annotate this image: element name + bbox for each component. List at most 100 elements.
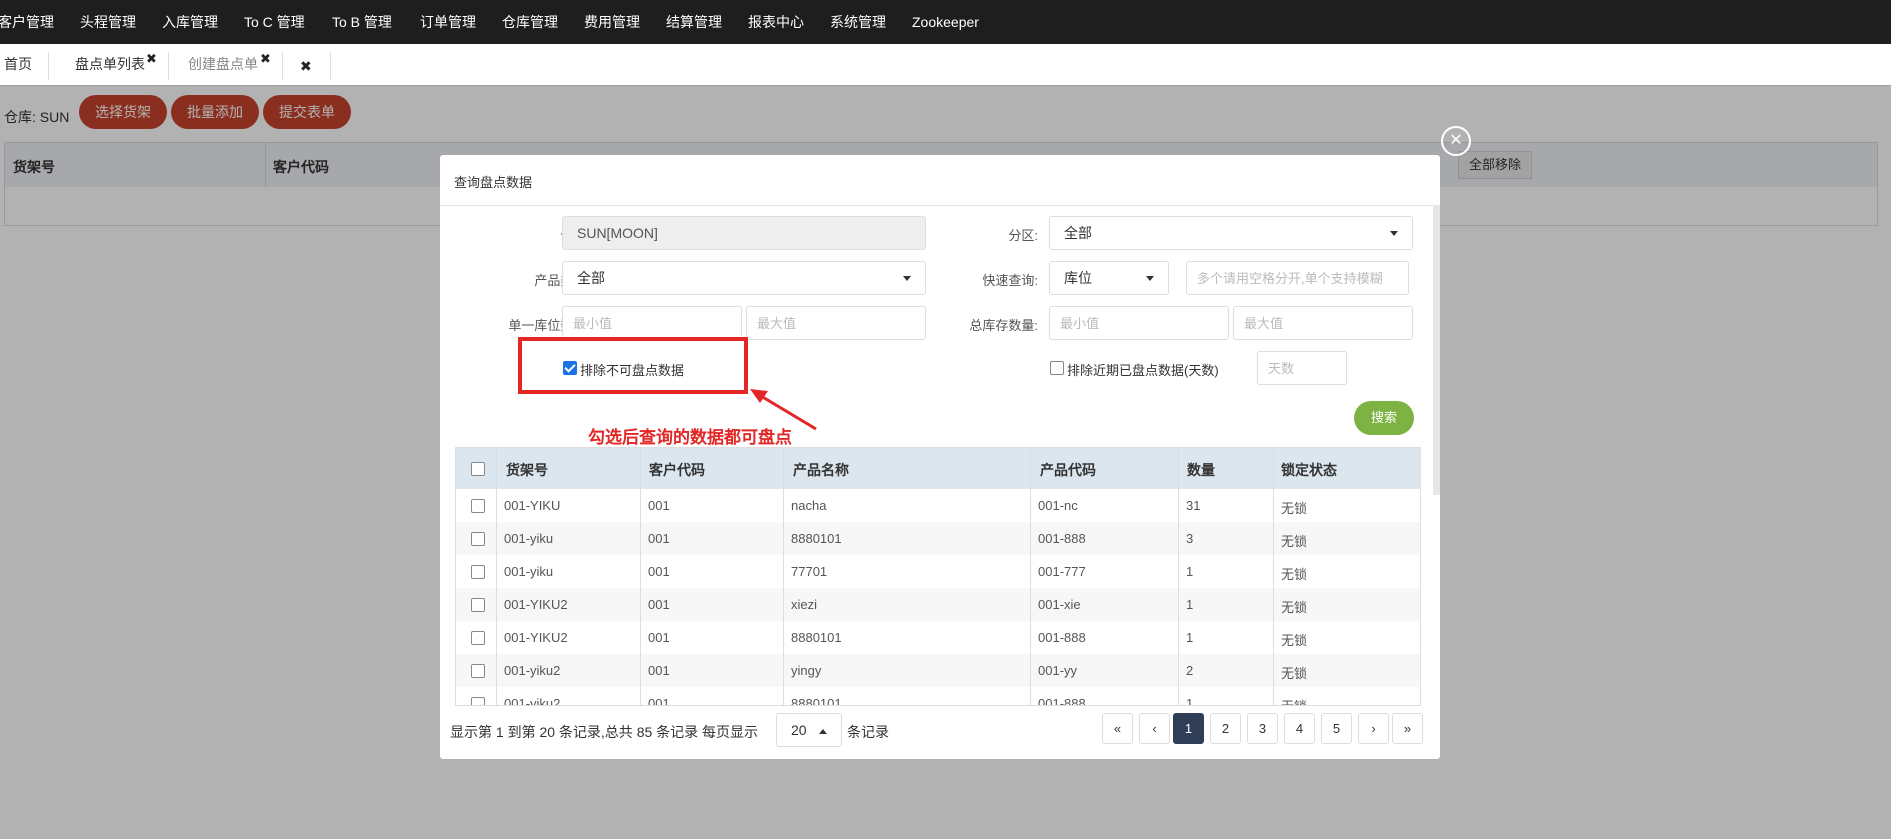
single-min-input[interactable]: 最小值	[562, 306, 742, 340]
select-all-checkbox[interactable]	[471, 462, 485, 476]
cell-shelf: 001-YIKU	[504, 498, 561, 513]
close-icon[interactable]: ✖	[146, 51, 157, 67]
column-header: 锁定状态	[1281, 462, 1337, 478]
quick-query-type-select[interactable]: 库位	[1049, 261, 1169, 295]
row-checkbox[interactable]	[471, 565, 485, 579]
nav-reports[interactable]: 报表中心	[748, 0, 804, 44]
page-5-button[interactable]: 5	[1321, 713, 1352, 744]
page-prev-button[interactable]: ‹	[1139, 713, 1170, 744]
nav-fees[interactable]: 费用管理	[584, 0, 640, 44]
table-row[interactable]: 001-YIKU 001 nacha 001-nc 31 无锁	[456, 489, 1420, 522]
nav-customer[interactable]: 客户管理	[0, 0, 54, 44]
nav-zookeeper[interactable]: Zookeeper	[912, 0, 979, 44]
cell-product-name: 8880101	[791, 531, 842, 546]
table-row[interactable]: 001-YIKU2 001 8880101 001-888 1 无锁	[456, 621, 1420, 654]
row-checkbox[interactable]	[471, 532, 485, 546]
close-all-icon[interactable]: ✖	[300, 58, 312, 75]
nav-warehouse[interactable]: 仓库管理	[502, 0, 558, 44]
nav-first-leg[interactable]: 头程管理	[80, 0, 136, 44]
cell-lock-status: 无锁	[1281, 534, 1308, 549]
cell-product-name: 77701	[791, 564, 828, 579]
annotation-text: 勾选后查询的数据都可盘点	[588, 428, 792, 447]
exclude-recent-label: 排除近期已盘点数据(天数)	[1067, 363, 1219, 378]
total-max-input[interactable]: 最大值	[1233, 306, 1413, 340]
product-type-select[interactable]: 全部	[562, 261, 926, 295]
scrollbar[interactable]	[1433, 205, 1440, 495]
table-row[interactable]: 001-YIKU2 001 xiezi 001-xie 1 无锁	[456, 588, 1420, 621]
column-divider	[783, 448, 784, 705]
annotation-highlight-box	[518, 337, 748, 394]
page-size-select[interactable]: 20	[776, 713, 842, 747]
total-stock-qty-label: 总库存数量:	[969, 318, 1038, 333]
cell-product-code: 001-888	[1038, 696, 1086, 706]
page-2-button[interactable]: 2	[1210, 713, 1241, 744]
cell-lock-status: 无锁	[1281, 696, 1307, 705]
table-row[interactable]: 001-yiku2 001 yingy 001-yy 2 无锁	[456, 654, 1420, 687]
row-checkbox[interactable]	[471, 499, 485, 513]
page-next-button[interactable]: ›	[1358, 713, 1389, 744]
tab-bar: 首页 盘点单列表 ✖ 创建盘点单 ✖ ✖	[0, 44, 1891, 86]
tab-home[interactable]: 首页	[4, 54, 32, 74]
close-icon[interactable]: ✕	[1441, 126, 1471, 156]
chevron-down-icon	[1390, 231, 1398, 236]
chevron-down-icon	[1146, 276, 1154, 281]
close-icon[interactable]: ✖	[260, 51, 271, 67]
cell-product-code: 001-888	[1038, 630, 1086, 645]
nav-to-c[interactable]: To C 管理	[244, 0, 305, 44]
pagination-suffix: 条记录	[847, 724, 889, 740]
quick-query-label: 快速查询:	[982, 273, 1038, 288]
nav-settlement[interactable]: 结算管理	[666, 0, 722, 44]
table-row[interactable]: 001-yiku 001 77701 001-777 1 无锁	[456, 555, 1420, 588]
cell-product-name: 8880101	[791, 696, 842, 706]
chevron-up-icon	[819, 729, 827, 734]
cell-quantity: 1	[1186, 564, 1194, 579]
cell-shelf: 001-YIKU2	[504, 597, 568, 612]
cell-lock-status: 无锁	[1281, 501, 1308, 516]
table-row[interactable]: 001-yiku2 001 8880101 001-888 1 无锁	[456, 687, 1420, 706]
days-input[interactable]: 天数	[1257, 351, 1347, 385]
row-checkbox[interactable]	[471, 598, 485, 612]
total-min-input[interactable]: 最小值	[1049, 306, 1229, 340]
page-4-button[interactable]: 4	[1284, 713, 1315, 744]
table-row[interactable]: 001-yiku 001 8880101 001-888 3 无锁	[456, 522, 1420, 555]
exclude-recent-checkbox[interactable]	[1050, 361, 1064, 375]
nav-to-b[interactable]: To B 管理	[332, 0, 392, 44]
row-checkbox[interactable]	[471, 664, 485, 678]
warehouse-field: SUN[MOON]	[562, 216, 926, 250]
tab-divider	[282, 52, 283, 80]
nav-system[interactable]: 系统管理	[830, 0, 886, 44]
nav-orders[interactable]: 订单管理	[420, 0, 476, 44]
zone-select[interactable]: 全部	[1049, 216, 1413, 250]
row-checkbox[interactable]	[471, 697, 485, 705]
cell-lock-status: 无锁	[1281, 600, 1308, 615]
page-last-button[interactable]: »	[1392, 713, 1423, 744]
single-max-input[interactable]: 最大值	[746, 306, 926, 340]
search-button[interactable]: 搜索	[1354, 401, 1414, 435]
single-min-placeholder: 最小值	[573, 316, 613, 331]
tab-inventory-list[interactable]: 盘点单列表	[75, 54, 145, 74]
column-header: 客户代码	[649, 462, 705, 478]
total-min-placeholder: 最小值	[1060, 316, 1100, 331]
zone-label: 分区:	[1008, 228, 1038, 243]
cell-customer-code: 001	[648, 696, 670, 706]
page-first-button[interactable]: «	[1102, 713, 1133, 744]
page-1-button[interactable]: 1	[1173, 713, 1204, 744]
quick-query-input[interactable]: 多个请用空格分开,单个支持模糊	[1186, 261, 1409, 295]
days-placeholder: 天数	[1268, 361, 1295, 376]
cell-lock-status: 无锁	[1281, 567, 1308, 582]
page-3-button[interactable]: 3	[1247, 713, 1278, 744]
top-nav: 客户管理 头程管理 入库管理 To C 管理 To B 管理 订单管理 仓库管理…	[0, 0, 1891, 44]
cell-customer-code: 001	[648, 531, 670, 546]
tab-create-inventory[interactable]: 创建盘点单	[188, 54, 258, 74]
column-header: 数量	[1187, 462, 1215, 478]
cell-product-code: 001-777	[1038, 564, 1086, 579]
cell-shelf: 001-yiku2	[504, 663, 561, 678]
cell-product-code: 001-yy	[1038, 663, 1078, 678]
row-checkbox[interactable]	[471, 631, 485, 645]
pagination-info: 显示第 1 到第 20 条记录,总共 85 条记录 每页显示	[450, 724, 759, 740]
cell-customer-code: 001	[648, 630, 670, 645]
column-header: 产品名称	[793, 462, 849, 478]
inventory-data-table: 货架号 客户代码 产品名称 产品代码 数量 锁定状态 001-YIKU 001 …	[455, 447, 1421, 706]
nav-inbound[interactable]: 入库管理	[162, 0, 218, 44]
cell-product-code: 001-nc	[1038, 498, 1078, 513]
